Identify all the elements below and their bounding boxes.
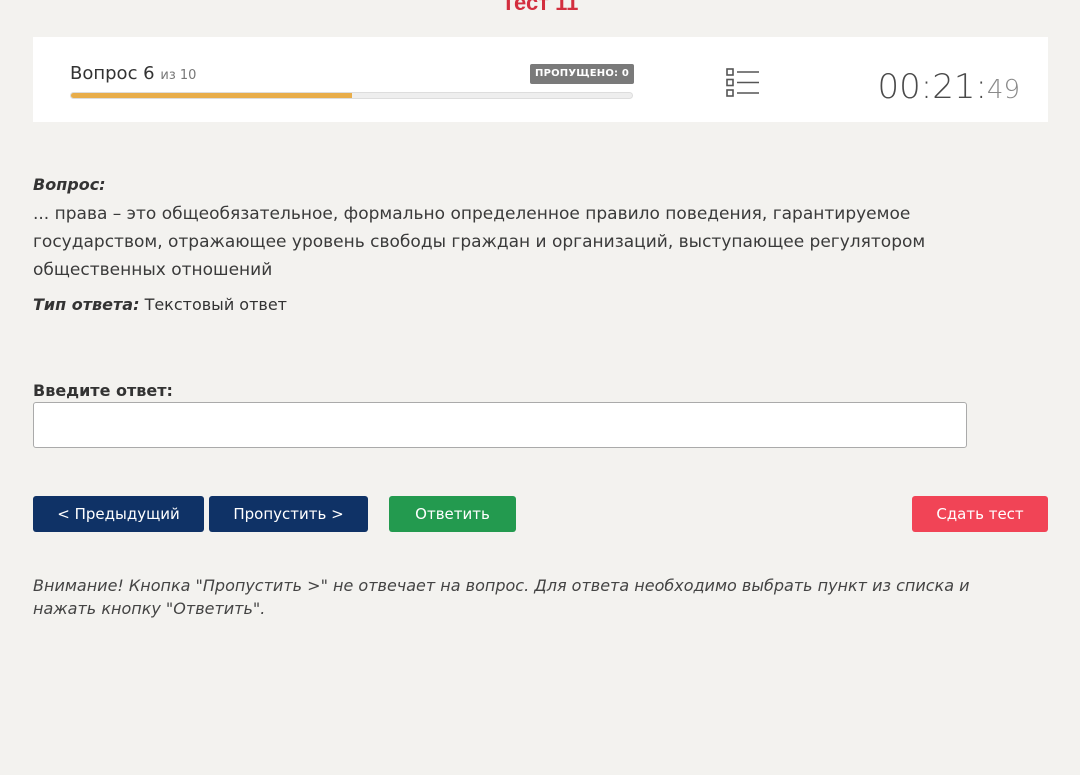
progress-panel: Вопрос 6 из 10 ПРОПУЩЕНО: 0 00:21:49 bbox=[33, 37, 1048, 122]
timer-main: 00:21: bbox=[877, 67, 987, 107]
timer-seconds: 49 bbox=[986, 75, 1020, 105]
question-number: Вопрос 6 bbox=[70, 63, 155, 84]
finish-test-button[interactable]: Сдать тест bbox=[912, 496, 1048, 532]
answer-input-label: Введите ответ: bbox=[33, 381, 173, 400]
answer-type: Тип ответа: Текстовый ответ bbox=[33, 295, 287, 314]
previous-button[interactable]: < Предыдущий bbox=[33, 496, 204, 532]
question-label: Вопрос: bbox=[33, 175, 106, 194]
list-icon[interactable] bbox=[726, 67, 760, 99]
question-counter: Вопрос 6 из 10 bbox=[70, 63, 196, 84]
question-text: ... права – это общеобязательное, формал… bbox=[33, 204, 926, 280]
skip-button[interactable]: Пропустить > bbox=[209, 496, 368, 532]
answer-type-value: Текстовый ответ bbox=[144, 295, 287, 314]
question-total: из 10 bbox=[160, 68, 197, 83]
answer-button[interactable]: Ответить bbox=[389, 496, 516, 532]
progress-bar-fill bbox=[71, 93, 352, 98]
answer-input[interactable] bbox=[33, 402, 967, 448]
progress-bar bbox=[70, 92, 633, 99]
timer: 00:21:49 bbox=[877, 67, 1020, 107]
page-title: Тест 11 bbox=[501, 0, 579, 15]
skipped-badge: ПРОПУЩЕНО: 0 bbox=[530, 64, 635, 84]
notice-text: Внимание! Кнопка "Пропустить >" не отвеч… bbox=[33, 576, 970, 618]
answer-type-label: Тип ответа: bbox=[33, 295, 140, 314]
